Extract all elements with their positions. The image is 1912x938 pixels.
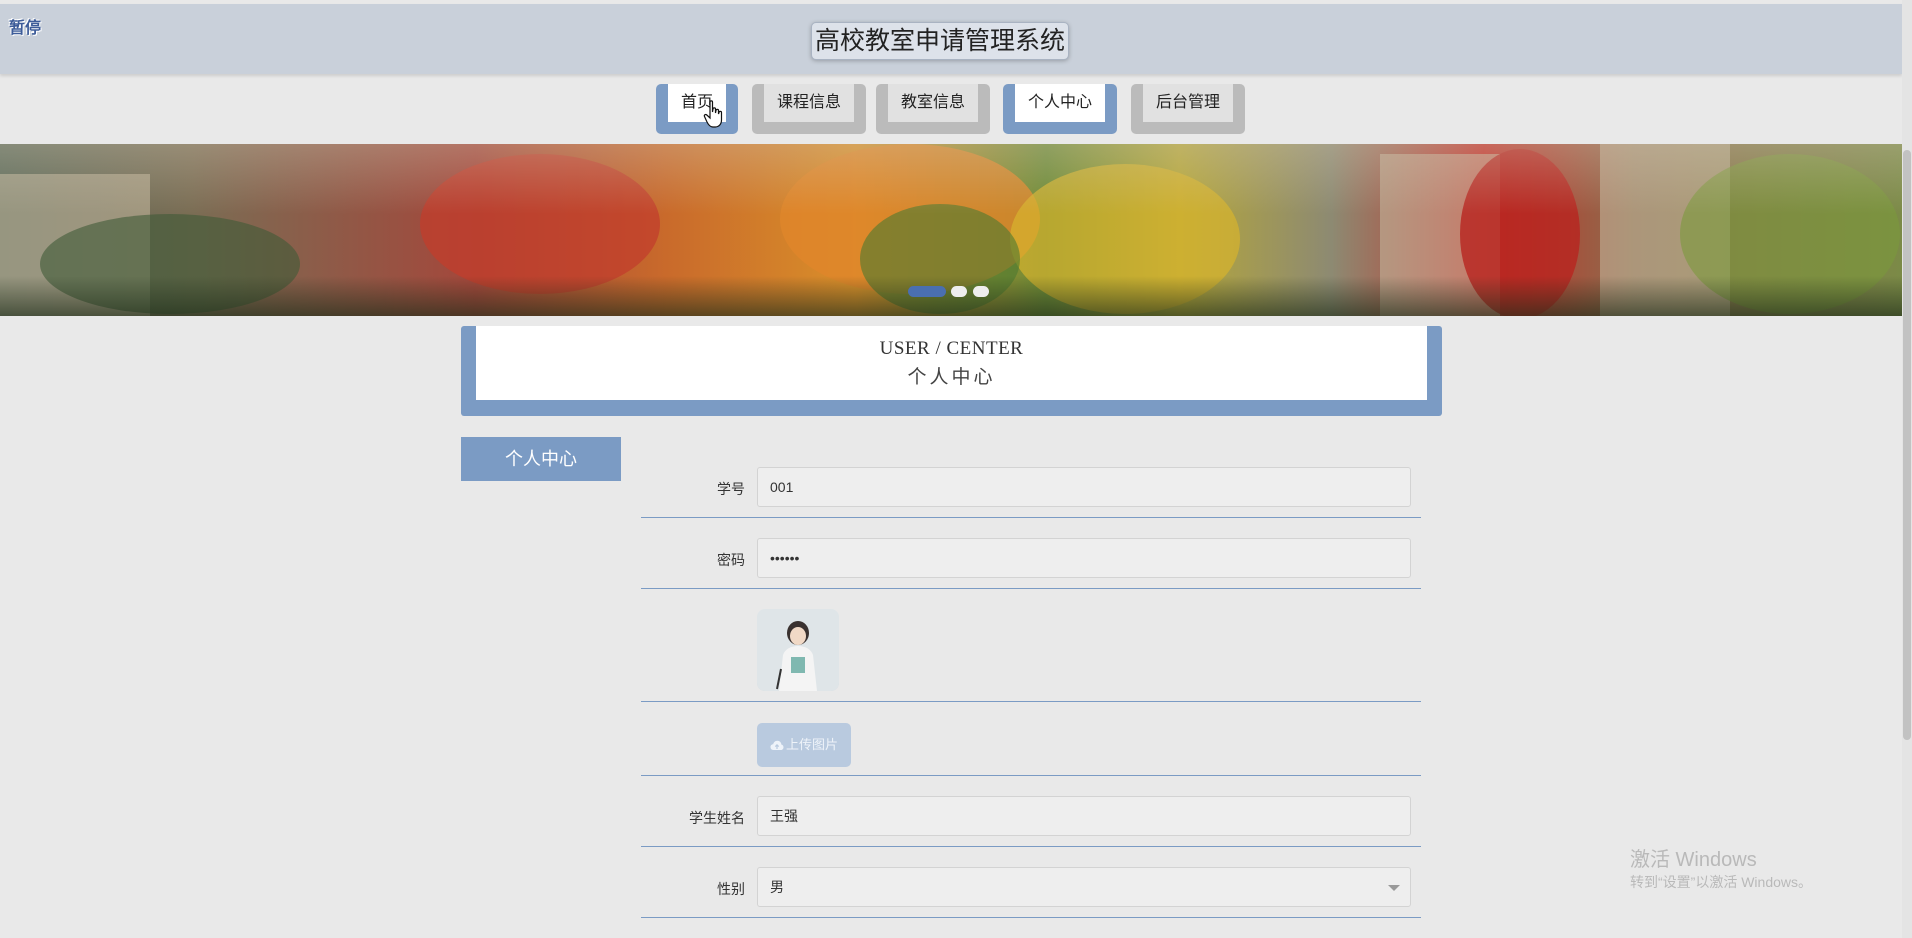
activate-windows-title: 激活 Windows (1630, 849, 1757, 871)
carousel-dot-2[interactable] (951, 286, 967, 297)
nav-admin[interactable]: 后台管理 (1131, 84, 1245, 134)
nav-classroom-info-label[interactable]: 教室信息 (888, 84, 978, 122)
password-label: 密码 (717, 552, 745, 568)
hand-cursor-icon (703, 100, 723, 128)
form-row-student-id: 学号 001 (641, 460, 1421, 518)
carousel-dot-3[interactable] (973, 286, 989, 297)
nav-classroom-info[interactable]: 教室信息 (876, 84, 990, 134)
upload-image-label: 上传图片 (785, 737, 838, 752)
section-title-en: USER / CENTER (879, 338, 1024, 359)
student-id-label: 学号 (717, 481, 745, 497)
student-name-input[interactable]: 王强 (757, 796, 1411, 836)
scrollbar-thumb[interactable] (1903, 150, 1911, 740)
student-name-label: 学生姓名 (689, 810, 745, 826)
banner-sky (0, 144, 1902, 214)
form-row-gender: 性别 男 (641, 860, 1421, 918)
avatar-person-icon (757, 609, 839, 691)
password-input[interactable]: •••••• (757, 538, 1411, 578)
site-title: 高校教室申请管理系统 (811, 22, 1069, 60)
section-header-panel: USER / CENTER 个人中心 (476, 326, 1427, 400)
form-row-avatar (641, 601, 1421, 702)
student-id-input[interactable]: 001 (757, 467, 1411, 507)
nav-user-center-label[interactable]: 个人中心 (1015, 84, 1105, 122)
cloud-upload-icon (770, 740, 784, 751)
banner-ground (0, 276, 1902, 316)
avatar (757, 609, 839, 691)
chevron-down-icon (1388, 885, 1400, 891)
top-bar: 暂停 高校教室申请管理系统 (0, 4, 1902, 74)
form-row-upload: 上传图片 (641, 715, 1421, 776)
upload-image-button[interactable]: 上传图片 (757, 723, 851, 767)
gender-label: 性别 (717, 881, 745, 897)
gender-select[interactable]: 男 (757, 867, 1411, 907)
form-row-password: 密码 •••••• (641, 531, 1421, 589)
carousel-dot-1[interactable] (908, 286, 946, 297)
section-header: USER / CENTER 个人中心 (461, 326, 1442, 416)
nav-user-center[interactable]: 个人中心 (1003, 84, 1117, 134)
form-row-student-name: 学生姓名 王强 (641, 789, 1421, 847)
sidebar-item-user-center[interactable]: 个人中心 (461, 437, 621, 481)
pause-label[interactable]: 暂停 (9, 14, 41, 38)
gender-selected-value: 男 (770, 879, 784, 895)
nav-course-info-label[interactable]: 课程信息 (764, 84, 854, 122)
section-title-cn: 个人中心 (907, 367, 996, 388)
page-scrollbar[interactable] (1902, 0, 1912, 938)
nav-course-info[interactable]: 课程信息 (752, 84, 866, 134)
nav-home[interactable]: 首页 (656, 84, 738, 134)
activate-windows-subtitle: 转到“设置”以激活 Windows。 (1630, 874, 1813, 890)
nav-admin-label[interactable]: 后台管理 (1143, 84, 1233, 122)
